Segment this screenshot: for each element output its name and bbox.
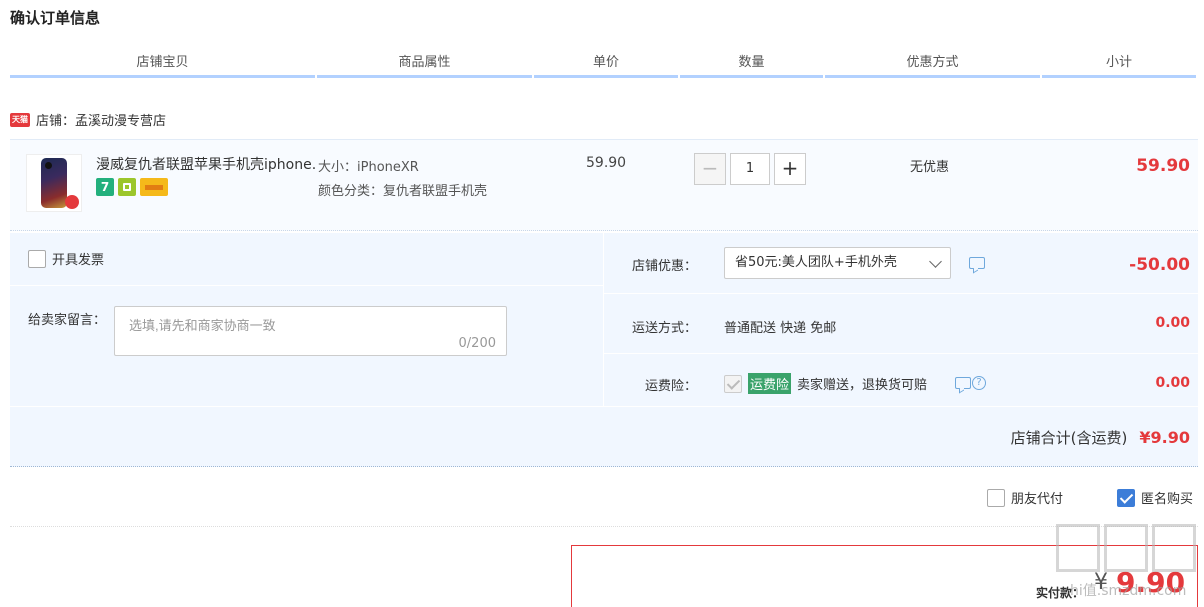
insurance-label: 运费险： xyxy=(644,379,697,394)
shop-discount-label: 店铺优惠： xyxy=(631,259,697,274)
divider xyxy=(10,526,1198,527)
shop-discount-selected: 省50元:美人团队+手机外壳 xyxy=(735,255,897,270)
tmall-icon: 天猫 xyxy=(10,112,30,127)
help-icon[interactable]: ? xyxy=(972,376,986,390)
quantity-stepper: − 1 + xyxy=(694,153,806,185)
friend-pay-checkbox[interactable] xyxy=(987,488,1005,507)
chat-icon[interactable] xyxy=(955,377,971,389)
service-icons: 7 xyxy=(96,178,168,196)
watermark-text: hi值.smzdm.com xyxy=(1070,583,1187,599)
invoice-option[interactable]: 开具发票 xyxy=(28,249,104,268)
quantity-decrease-button[interactable]: − xyxy=(694,153,726,185)
shop-discount-select[interactable]: 省50元:美人团队+手机外壳 xyxy=(724,247,951,279)
quantity-input[interactable]: 1 xyxy=(730,153,770,185)
column-header: 店铺宝贝 商品属性 单价 数量 优惠方式 小计 xyxy=(10,52,1198,78)
promotion-text: 无优惠 xyxy=(910,160,950,175)
friend-pay-label[interactable]: 朋友代付 xyxy=(1011,488,1063,507)
seven-day-return-icon[interactable]: 7 xyxy=(96,178,114,196)
phone-case-image xyxy=(41,158,67,208)
insurance-desc: 卖家赠送，退换货可赔 xyxy=(797,378,928,393)
credit-card-icon[interactable] xyxy=(140,178,168,196)
shop-line: 天猫 店铺：孟溪动漫专营店 xyxy=(10,110,166,129)
product-title-link[interactable]: 漫威复仇者联盟苹果手机壳iphone... xyxy=(96,154,316,174)
col-item: 店铺宝贝 xyxy=(10,52,315,78)
order-options-panel: 开具发票 给卖家留言： 0/200 店铺优惠： 省50元:美人团队+手机外壳 -… xyxy=(10,233,1198,467)
page-title: 确认订单信息 xyxy=(10,9,101,27)
shipping-label: 运送方式： xyxy=(631,321,697,336)
col-attributes: 商品属性 xyxy=(317,52,532,78)
memo-field[interactable]: 0/200 xyxy=(114,306,507,356)
invoice-checkbox[interactable] xyxy=(28,249,46,268)
memo-textarea[interactable] xyxy=(115,307,506,355)
shop-total: 店铺合计(含运费) ¥9.90 xyxy=(1011,427,1190,448)
memo-label: 给卖家留言： xyxy=(28,313,107,328)
col-quantity: 数量 xyxy=(680,52,823,78)
watermark-logo xyxy=(1056,524,1200,574)
col-unit-price: 单价 xyxy=(534,52,678,78)
chevron-down-icon xyxy=(929,255,942,268)
cart-item-row: 漫威复仇者联盟苹果手机壳iphone... 7 大小：iPhoneXR 颜色分类… xyxy=(10,139,1198,231)
product-thumbnail[interactable] xyxy=(26,154,82,212)
invoice-label[interactable]: 开具发票 xyxy=(52,249,104,268)
gift-badge-icon xyxy=(65,195,79,209)
insurance-option: 运费险 卖家赠送，退换货可赔 xyxy=(724,373,927,394)
memo-char-count: 0/200 xyxy=(458,336,496,351)
shop-total-amount: ¥9.90 xyxy=(1139,428,1190,447)
attr-color: 颜色分类：复仇者联盟手机壳 xyxy=(318,184,488,199)
item-subtotal: 59.90 xyxy=(1136,156,1190,176)
col-subtotal: 小计 xyxy=(1042,52,1196,78)
col-promotion: 优惠方式 xyxy=(825,52,1040,78)
anonymous-option[interactable]: 匿名购买 xyxy=(1117,488,1193,507)
guarantee-icon[interactable] xyxy=(118,178,136,196)
insurance-amount: 0.00 xyxy=(1155,375,1190,391)
friend-pay-option[interactable]: 朋友代付 xyxy=(987,488,1063,507)
attr-size: 大小：iPhoneXR xyxy=(318,160,419,175)
anonymous-label[interactable]: 匿名购买 xyxy=(1141,488,1193,507)
quantity-increase-button[interactable]: + xyxy=(774,153,806,185)
shipping-amount: 0.00 xyxy=(1155,315,1190,331)
shop-name-link[interactable]: 店铺：孟溪动漫专营店 xyxy=(36,110,166,129)
shop-total-label: 店铺合计(含运费) xyxy=(1010,429,1128,447)
anonymous-checkbox[interactable] xyxy=(1117,488,1135,507)
shipping-method: 普通配送 快递 免邮 xyxy=(724,321,837,336)
unit-price: 59.90 xyxy=(586,155,627,171)
chat-icon[interactable] xyxy=(969,257,985,269)
shop-discount-amount: -50.00 xyxy=(1129,255,1190,275)
insurance-checkbox xyxy=(724,374,742,393)
insurance-tag: 运费险 xyxy=(748,373,792,394)
